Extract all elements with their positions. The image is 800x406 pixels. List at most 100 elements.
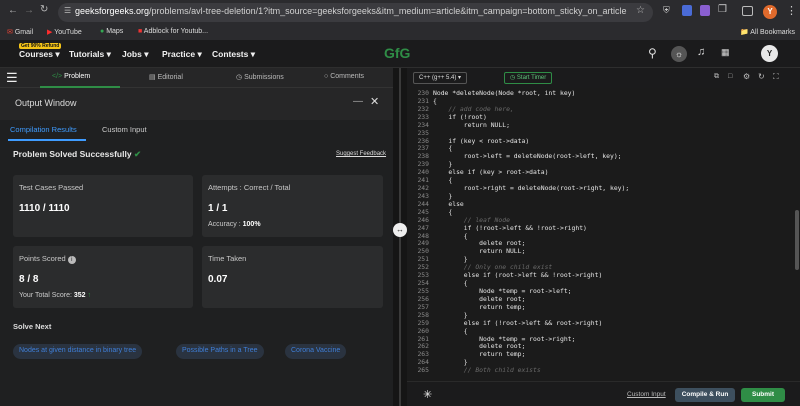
resize-handle-icon[interactable]: ↔ [393, 223, 407, 237]
code-line[interactable]: // Only one child exist [433, 263, 553, 271]
tab-editorial[interactable]: ▤ Editorial [149, 73, 183, 81]
code-line[interactable]: return temp; [433, 303, 525, 311]
gfg-logo[interactable]: GfG [384, 45, 410, 61]
minimize-icon[interactable]: — [353, 96, 363, 107]
compile-run-button[interactable]: Compile & Run [675, 388, 735, 402]
code-line[interactable]: // leaf Node [433, 216, 510, 224]
divider-line [399, 68, 401, 406]
code-line[interactable]: return NULL; [433, 247, 525, 255]
code-line[interactable]: } [433, 160, 452, 168]
code-editor[interactable]: 230 Node *deleteNode(Node *root, int key)… [407, 88, 800, 381]
code-line[interactable]: delete root; [433, 342, 525, 350]
code-line[interactable]: { [433, 208, 452, 216]
user-avatar[interactable]: Y [761, 45, 778, 62]
code-line[interactable]: return temp; [433, 350, 525, 358]
ai-assist-icon[interactable]: ✳ [423, 388, 432, 401]
bookmark-star-icon[interactable]: ☆ [636, 5, 645, 16]
code-line[interactable]: // add code here, [433, 105, 513, 113]
code-line[interactable]: root->right = deleteNode(root->right, ke… [433, 184, 629, 192]
suggest-feedback-link[interactable]: Suggest Feedback [336, 151, 386, 157]
code-line[interactable]: return NULL; [433, 121, 510, 129]
code-line[interactable]: } [433, 192, 452, 200]
code-line[interactable]: } [433, 255, 468, 263]
line-number: 236 [417, 136, 429, 145]
forward-icon[interactable]: → [24, 5, 34, 16]
nav-tutorials[interactable]: Tutorials ▾ [69, 49, 111, 60]
code-line[interactable]: if (key < root->data) [433, 137, 529, 145]
profile-avatar[interactable]: Y [763, 5, 777, 19]
nav-contests[interactable]: Contests ▾ [212, 49, 255, 60]
code-line[interactable]: Node *temp = root->right; [433, 335, 575, 343]
code-line[interactable]: } [433, 358, 468, 366]
tab-comments[interactable]: ○ Comments [324, 73, 364, 80]
reset-icon[interactable]: ↻ [758, 72, 765, 81]
tab-submissions[interactable]: ◷ Submissions [236, 73, 284, 81]
nav-practice[interactable]: Practice ▾ [162, 49, 202, 60]
line-number: 261 [417, 334, 429, 343]
code-line[interactable]: delete root; [433, 295, 525, 303]
puzzle-icon[interactable]: ❒ [718, 4, 727, 15]
hamburger-icon[interactable]: ☰ [6, 70, 18, 86]
all-bookmarks[interactable]: 📁 All Bookmarks [740, 28, 795, 36]
nav-courses[interactable]: Courses ▾ [19, 49, 60, 60]
code-line[interactable]: { [433, 279, 468, 287]
bookmark-adblock[interactable]: ■ Adblock for Youtub... [138, 28, 208, 35]
code-line[interactable]: Node *deleteNode(Node *root, int key) [433, 89, 575, 97]
tab-custom-input[interactable]: Custom Input [102, 125, 147, 134]
code-line[interactable]: delete root; [433, 239, 525, 247]
code-line[interactable]: } [433, 311, 468, 319]
code-line[interactable]: Node *temp = root->left; [433, 287, 571, 295]
code-line[interactable]: if (!root->left && !root->right) [433, 224, 587, 232]
custom-input-link[interactable]: Custom Input [627, 391, 666, 398]
reload-icon[interactable]: ↻ [40, 4, 48, 15]
fullscreen-icon[interactable]: ⛶ [773, 72, 779, 82]
code-line[interactable]: else if (root->left && !root->right) [433, 271, 603, 279]
bookmark-youtube[interactable]: ▶ YouTube [47, 28, 82, 36]
code-line[interactable]: { [433, 176, 452, 184]
next-problem-chip[interactable]: Nodes at given distance in binary tree [13, 344, 143, 359]
tab-problem[interactable]: </> Problem [52, 73, 90, 80]
back-icon[interactable]: ← [8, 5, 18, 16]
code-line[interactable]: { [433, 144, 452, 152]
extension-icon[interactable] [700, 5, 710, 16]
code-line[interactable]: if (!root) [433, 113, 487, 121]
youtube-icon: ▶ [47, 29, 53, 36]
tab-compilation-results[interactable]: Compilation Results [10, 125, 77, 134]
extension-icon[interactable] [682, 5, 692, 16]
code-line[interactable]: root->left = deleteNode(root->left, key)… [433, 152, 622, 160]
shield-icon[interactable]: ⛨ [663, 5, 670, 16]
code-line[interactable]: else if (!root->left && root->right) [433, 319, 603, 327]
bell-icon[interactable]: ♫ [697, 46, 705, 58]
site-info-icon[interactable]: ☰ [64, 6, 71, 15]
editor-scrollbar[interactable] [795, 210, 799, 270]
pane-divider[interactable]: ↔ [393, 68, 407, 406]
submit-button[interactable]: Submit [741, 388, 785, 402]
translate-icon[interactable]: ▦ [721, 47, 730, 58]
code-line[interactable]: else if (key > root->data) [433, 168, 548, 176]
next-problem-chip[interactable]: Corona Vaccine [285, 344, 347, 359]
menu-kebab-icon[interactable]: ⋮ [786, 4, 797, 17]
next-problem-chip[interactable]: Possible Paths in a Tree [176, 344, 264, 359]
copy-icon[interactable]: ⧉ [714, 73, 719, 81]
close-icon[interactable]: ✕ [370, 95, 379, 108]
comment-icon: ○ [324, 73, 329, 80]
theme-toggle-icon[interactable]: ☼ [671, 46, 687, 62]
settings-icon[interactable]: ⚙ [743, 72, 750, 81]
search-icon[interactable]: ⚲ [648, 46, 657, 60]
language-select[interactable]: C++ (g++ 5.4) ▾ [413, 72, 468, 84]
bookmark-maps[interactable]: ● Maps [100, 28, 123, 35]
nav-jobs[interactable]: Jobs ▾ [122, 49, 148, 60]
status-text: Problem Solved Successfully ✔ [13, 149, 142, 159]
bookmark-gmail[interactable]: ✉ Gmail [7, 28, 33, 36]
attempts-card: Attempts : Correct / Total 1 / 1 Accurac… [202, 175, 383, 237]
info-icon[interactable]: i [67, 256, 76, 264]
sidebar-icon[interactable] [742, 6, 753, 16]
start-timer-button[interactable]: ◷ Start Timer [504, 72, 553, 84]
code-line[interactable]: { [433, 232, 468, 240]
code-line[interactable]: // Both child exists [433, 366, 541, 374]
code-line[interactable]: { [433, 97, 437, 105]
code-line[interactable]: else [433, 200, 463, 208]
code-line[interactable]: { [433, 327, 468, 335]
address-bar[interactable]: ☰ geeksforgeeks.org/problems/avl-tree-de… [58, 3, 653, 22]
file-icon[interactable]: □ [728, 73, 732, 80]
